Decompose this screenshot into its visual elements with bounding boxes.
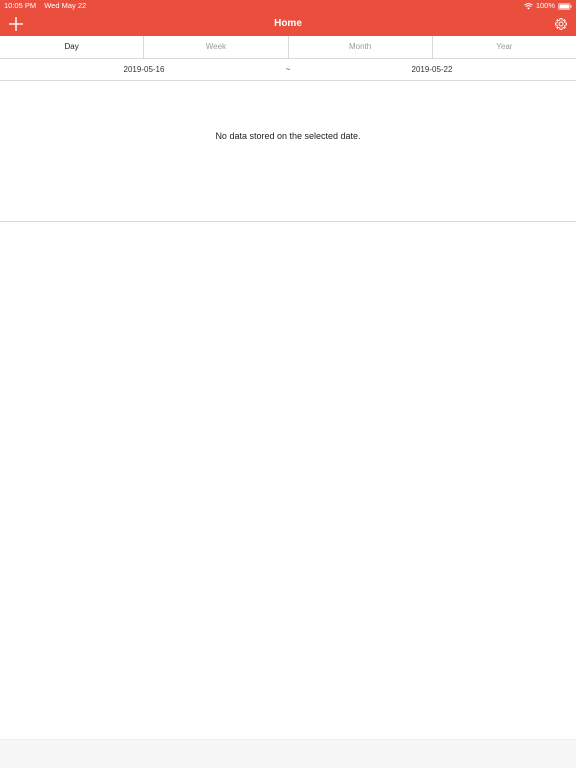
end-date[interactable]: 2019-05-22 xyxy=(288,59,576,80)
settings-button[interactable] xyxy=(554,17,568,31)
date-range-row: 2019-05-16 ~ 2019-05-22 xyxy=(0,59,576,81)
tab-month[interactable]: Month xyxy=(289,36,433,58)
tab-year[interactable]: Year xyxy=(433,36,576,58)
start-date[interactable]: 2019-05-16 xyxy=(0,59,288,80)
tab-week[interactable]: Week xyxy=(144,36,289,58)
empty-state: No data stored on the selected date. xyxy=(0,81,576,222)
wifi-icon xyxy=(523,2,533,9)
status-bar: 10:05 PM Wed May 22 100% xyxy=(0,0,576,12)
empty-message: No data stored on the selected date. xyxy=(215,131,361,141)
page-title: Home xyxy=(274,18,302,29)
battery-percentage: 100% xyxy=(535,1,555,10)
period-tabs: Day Week Month Year xyxy=(0,36,576,59)
tab-day[interactable]: Day xyxy=(0,36,145,58)
status-right: 100% xyxy=(523,0,572,12)
status-date: Wed May 22 xyxy=(44,1,87,10)
gear-icon xyxy=(554,17,568,31)
screen: 10:05 PM Wed May 22 100% Home Day Week M… xyxy=(0,0,576,768)
battery-icon xyxy=(558,2,572,10)
status-left: 10:05 PM Wed May 22 xyxy=(4,0,86,12)
bottom-bar xyxy=(0,739,576,768)
nav-bar: Home xyxy=(0,12,576,36)
status-time: 10:05 PM xyxy=(4,1,37,10)
header: 10:05 PM Wed May 22 100% Home xyxy=(0,0,576,36)
